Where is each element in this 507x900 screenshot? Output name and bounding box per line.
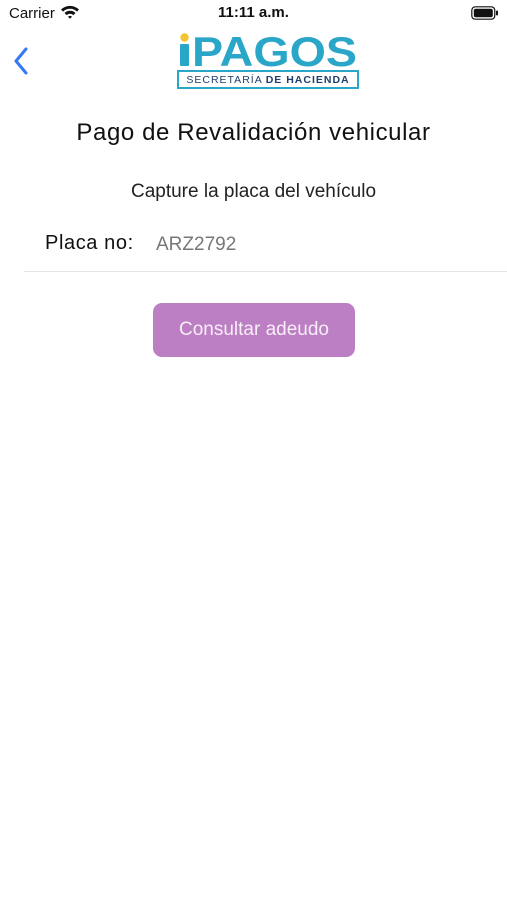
plate-input[interactable] (156, 230, 476, 260)
page-title: Pago de Revalidación vehicular (76, 119, 431, 146)
logo-brand: PAGOS (192, 32, 357, 68)
logo-subtitle-regular: SECRETARÍA (186, 73, 263, 86)
status-time: 11:11 a.m. (218, 4, 289, 21)
status-bar: Carrier 11:11 a.m. (0, 0, 507, 28)
ipagos-logo: PAGOS SECRETARÍA DE HACIENDA (177, 32, 359, 92)
divider (24, 271, 507, 272)
app-screen: Carrier 11:11 a.m. PAGOS SECRETARÍA DE H… (0, 0, 507, 900)
battery-icon (471, 6, 498, 20)
plate-label: Placa no: (45, 232, 134, 254)
logo-subtitle: SECRETARÍA DE HACIENDA (177, 70, 359, 89)
logo-subtitle-bold: DE HACIENDA (265, 73, 350, 86)
back-button[interactable] (8, 42, 34, 80)
instruction-text: Capture la placa del vehículo (130, 181, 377, 202)
ipagos-wordmark: PAGOS (180, 32, 357, 68)
consult-debt-button[interactable]: Consultar adeudo (153, 303, 355, 357)
chevron-left-icon (14, 47, 28, 75)
